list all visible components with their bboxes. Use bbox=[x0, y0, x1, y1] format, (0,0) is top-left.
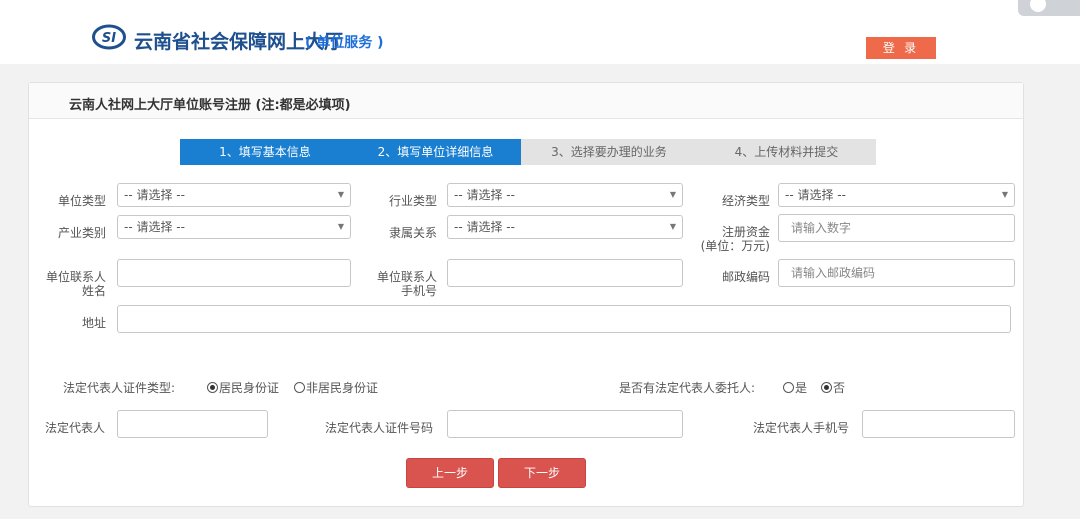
dropdown-arrow-icon: ▼ bbox=[669, 222, 676, 231]
has-delegate-label: 是否有法定代表人委托人: bbox=[619, 381, 756, 395]
next-step-button[interactable]: 下一步 bbox=[498, 458, 586, 488]
affiliation-select[interactable]: -- 请选择 -- ▼ bbox=[447, 215, 683, 239]
industry-category-select[interactable]: -- 请选择 -- ▼ bbox=[117, 215, 351, 239]
svg-text:SI: SI bbox=[102, 31, 116, 46]
step-4: 4、上传材料并提交 bbox=[697, 139, 876, 165]
radio-unchecked-icon bbox=[294, 382, 305, 393]
contact-name-label-2: 姓名 bbox=[81, 284, 106, 298]
dropdown-arrow-icon: ▼ bbox=[337, 190, 344, 199]
contact-phone-input[interactable] bbox=[447, 259, 683, 287]
step-2: 2、填写单位详细信息 bbox=[350, 139, 521, 165]
contact-name-label: 单位联系人 bbox=[45, 270, 106, 284]
dropdown-arrow-icon: ▼ bbox=[1001, 190, 1008, 199]
unit-type-select[interactable]: -- 请选择 -- ▼ bbox=[117, 183, 351, 207]
radio-unchecked-icon bbox=[783, 382, 794, 393]
industry-type-select[interactable]: -- 请选择 -- ▼ bbox=[447, 183, 683, 207]
contact-name-input[interactable] bbox=[117, 259, 351, 287]
affiliation-value: -- 请选择 -- bbox=[454, 220, 515, 234]
login-button[interactable]: 登 录 bbox=[866, 37, 936, 59]
has-delegate-yes-radio[interactable]: 是 bbox=[783, 379, 807, 396]
contact-phone-label: 单位联系人 bbox=[376, 270, 437, 284]
social-insurance-logo-icon: SI bbox=[92, 24, 126, 50]
economic-type-value: -- 请选择 -- bbox=[785, 188, 846, 202]
dropdown-arrow-icon: ▼ bbox=[669, 190, 676, 199]
step-progress-bar: 1、填写基本信息 2、填写单位详细信息 3、选择要办理的业务 4、上传材料并提交 bbox=[180, 139, 876, 165]
address-label: 地址 bbox=[81, 316, 106, 330]
corner-toggle-button[interactable] bbox=[1018, 0, 1080, 16]
radio-checked-icon bbox=[207, 382, 218, 393]
industry-category-value: -- 请选择 -- bbox=[124, 220, 185, 234]
industry-category-label: 产业类别 bbox=[57, 226, 106, 240]
industry-type-value: -- 请选择 -- bbox=[454, 188, 515, 202]
prev-step-button[interactable]: 上一步 bbox=[406, 458, 494, 488]
registered-capital-unit-label: (单位：万元) bbox=[700, 239, 770, 253]
industry-type-label: 行业类型 bbox=[388, 194, 437, 208]
legal-rep-input[interactable] bbox=[117, 410, 268, 438]
postal-code-input[interactable] bbox=[778, 259, 1015, 287]
step-1: 1、填写基本信息 bbox=[180, 139, 350, 165]
registered-capital-label: 注册资金 bbox=[721, 225, 770, 239]
step-3: 3、选择要办理的业务 bbox=[521, 139, 697, 165]
affiliation-label: 隶属关系 bbox=[388, 226, 437, 240]
site-subtitle: ( 单位服务 ) bbox=[305, 35, 384, 51]
legal-rep-phone-input[interactable] bbox=[862, 410, 1015, 438]
economic-type-select[interactable]: -- 请选择 -- ▼ bbox=[778, 183, 1015, 207]
legal-rep-id-label: 法定代表人证件号码 bbox=[324, 421, 433, 435]
top-header: SI 云南省社会保障网上大厅 ( 单位服务 ) 登 录 bbox=[0, 0, 1080, 64]
toggle-knob-icon bbox=[1030, 0, 1046, 12]
legal-rep-id-input[interactable] bbox=[447, 410, 683, 438]
radio-checked-icon bbox=[821, 382, 832, 393]
address-input[interactable] bbox=[117, 305, 1011, 333]
contact-phone-label-2: 手机号 bbox=[400, 284, 437, 298]
economic-type-label: 经济类型 bbox=[721, 194, 770, 208]
legal-id-type-label: 法定代表人证件类型: bbox=[63, 381, 176, 395]
postal-code-label: 邮政编码 bbox=[721, 270, 770, 284]
legal-rep-label: 法定代表人 bbox=[45, 421, 106, 435]
legal-rep-phone-label: 法定代表人手机号 bbox=[752, 421, 849, 435]
unit-type-label: 单位类型 bbox=[57, 194, 106, 208]
legal-id-type-resident-radio[interactable]: 居民身份证 bbox=[207, 379, 279, 396]
unit-type-value: -- 请选择 -- bbox=[124, 188, 185, 202]
panel-header: 云南人社网上大厅单位账号注册 (注:都是必填项) bbox=[29, 83, 1023, 119]
registration-panel: 云南人社网上大厅单位账号注册 (注:都是必填项) 1、填写基本信息 2、填写单位… bbox=[28, 82, 1024, 507]
registered-capital-input[interactable] bbox=[778, 214, 1015, 242]
dropdown-arrow-icon: ▼ bbox=[337, 222, 344, 231]
has-delegate-no-radio[interactable]: 否 bbox=[821, 379, 845, 396]
legal-id-type-nonresident-radio[interactable]: 非居民身份证 bbox=[294, 379, 378, 396]
panel-title: 云南人社网上大厅单位账号注册 (注:都是必填项) bbox=[69, 98, 351, 113]
